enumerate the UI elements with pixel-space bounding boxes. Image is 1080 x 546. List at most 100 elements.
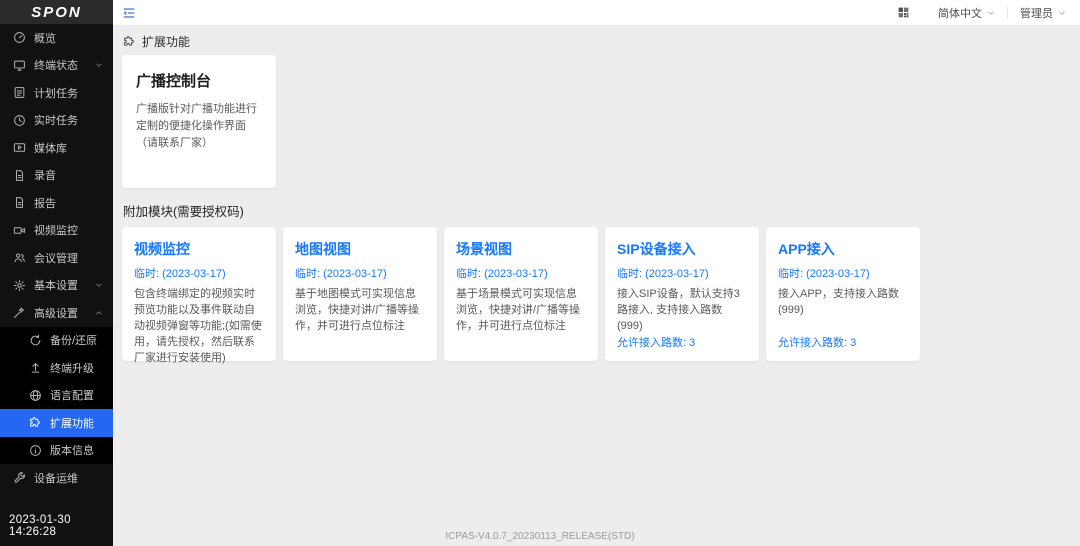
- sidebar-item-label: 终端状态: [34, 57, 78, 73]
- doc-icon: [13, 196, 26, 209]
- chevron-up-icon: [95, 309, 103, 317]
- gauge-icon: [13, 31, 26, 44]
- chevron-down-icon: [987, 9, 995, 17]
- module-card[interactable]: SIP设备接入临时: (2023-03-17) 接入SIP设备，默认支持3路接入,…: [605, 227, 759, 361]
- chevron-down-icon: [95, 61, 103, 69]
- page-title: 扩展功能: [123, 33, 1080, 50]
- module-card-list: 视频监控临时: (2023-03-17)包含终端绑定的视频实时预览功能以及事件联…: [122, 227, 1080, 361]
- info-icon: [29, 444, 42, 457]
- sidebar-item-label: 计划任务: [34, 85, 78, 101]
- sidebar-item-label: 语言配置: [50, 387, 94, 403]
- module-expiry: 临时: (2023-03-17): [456, 265, 586, 281]
- user-menu[interactable]: 管理员: [1020, 5, 1066, 21]
- module-card[interactable]: 视频监控临时: (2023-03-17)包含终端绑定的视频实时预览功能以及事件联…: [122, 227, 276, 361]
- language-label: 简体中文: [938, 5, 982, 21]
- module-expiry: 临时: (2023-03-17): [134, 265, 264, 281]
- top-header: 简体中文 管理员: [113, 0, 1080, 25]
- sidebar: SPON 概览终端状态计划任务实时任务媒体库录音报告视频监控会议管理基本设置高级…: [0, 0, 113, 546]
- module-card[interactable]: 场景视图临时: (2023-03-17) 基于场景模式可实现信息浏览，快捷对讲/广…: [444, 227, 598, 361]
- module-description: 接入APP，支持接入路数(999): [778, 286, 908, 318]
- wand-icon: [13, 306, 26, 319]
- sidebar-item[interactable]: 录音: [0, 162, 113, 190]
- sidebar-item-label: 实时任务: [34, 112, 78, 128]
- user-label: 管理员: [1020, 5, 1053, 21]
- sidebar-item-label: 视频监控: [34, 222, 78, 238]
- module-card[interactable]: APP接入临时: (2023-03-17) 接入APP，支持接入路数(999) 允许…: [766, 227, 920, 361]
- clock-icon: [13, 114, 26, 127]
- sidebar-item[interactable]: 高级设置: [0, 299, 113, 327]
- broadcast-console-card[interactable]: 广播控制台 广播版针对广播功能进行定制的便捷化操作界面（请联系厂家）: [122, 55, 276, 188]
- users-icon: [13, 251, 26, 264]
- page-title-label: 扩展功能: [142, 33, 190, 50]
- sidebar-item[interactable]: 计划任务: [0, 79, 113, 107]
- system-clock: 2023-01-30 14:26:28: [9, 514, 113, 538]
- sidebar-item-label: 设备运维: [34, 470, 78, 486]
- gear-icon: [13, 279, 26, 292]
- module-expiry: 临时: (2023-03-17): [295, 265, 425, 281]
- sidebar-item-label: 概览: [34, 30, 56, 46]
- sidebar-item-label: 备份/还原: [50, 332, 97, 348]
- module-allowed-count: 允许接入路数: 3: [778, 334, 856, 350]
- sidebar-item[interactable]: 语言配置: [0, 382, 113, 410]
- camera-icon: [13, 224, 26, 237]
- sidebar-item-label: 终端升级: [50, 360, 94, 376]
- sidebar-item-label: 媒体库: [34, 140, 67, 156]
- sidebar-item[interactable]: 媒体库: [0, 134, 113, 162]
- backup-icon: [29, 334, 42, 347]
- module-expiry: 临时: (2023-03-17): [617, 265, 747, 281]
- sidebar-item-label: 版本信息: [50, 442, 94, 458]
- sidebar-item-label: 基本设置: [34, 277, 78, 293]
- module-description: 基于场景模式可实现信息浏览，快捷对讲/广播等操作，并可进行点位标注: [456, 286, 586, 334]
- doc-icon: [13, 169, 26, 182]
- module-expiry: 临时: (2023-03-17): [778, 265, 908, 281]
- globe-icon: [29, 389, 42, 402]
- sidebar-item[interactable]: 视频监控: [0, 217, 113, 245]
- sidebar-item[interactable]: 版本信息: [0, 437, 113, 465]
- sidebar-menu: 概览终端状态计划任务实时任务媒体库录音报告视频监控会议管理基本设置高级设置备份/…: [0, 24, 113, 492]
- sidebar-item[interactable]: 终端状态: [0, 52, 113, 80]
- sidebar-item-label: 会议管理: [34, 250, 78, 266]
- section-title: 附加模块(需要授权码): [123, 201, 1080, 220]
- module-card[interactable]: 地图视图临时: (2023-03-17) 基于地图模式可实现信息浏览，快捷对讲/广…: [283, 227, 437, 361]
- advanced-settings-submenu: 备份/还原终端升级语言配置扩展功能版本信息: [0, 327, 113, 465]
- module-title: SIP设备接入: [617, 239, 747, 259]
- sidebar-item-label: 高级设置: [34, 305, 78, 321]
- puzzle-icon: [123, 35, 136, 48]
- puzzle-icon: [29, 416, 42, 429]
- main-content: 扩展功能 广播控制台 广播版针对广播功能进行定制的便捷化操作界面（请联系厂家） …: [113, 25, 1080, 546]
- card-description: 广播版针对广播功能进行定制的便捷化操作界面（请联系厂家）: [136, 101, 262, 152]
- sidebar-item[interactable]: 基本设置: [0, 272, 113, 300]
- sidebar-item-label: 报告: [34, 195, 56, 211]
- sidebar-item[interactable]: 设备运维: [0, 464, 113, 492]
- spon-logo: SPON: [0, 0, 113, 24]
- module-description: 接入SIP设备，默认支持3路接入, 支持接入路数(999): [617, 286, 747, 334]
- sidebar-item-label: 录音: [34, 167, 56, 183]
- module-title: 场景视图: [456, 239, 586, 259]
- sidebar-item[interactable]: 会议管理: [0, 244, 113, 272]
- sidebar-item[interactable]: 终端升级: [0, 354, 113, 382]
- sidebar-item-label: 扩展功能: [50, 415, 94, 431]
- module-description: 基于地图模式可实现信息浏览，快捷对讲/广播等操作，并可进行点位标注: [295, 286, 425, 334]
- menu-fold-icon[interactable]: [122, 6, 136, 20]
- sidebar-item[interactable]: 扩展功能: [0, 409, 113, 437]
- sidebar-item[interactable]: 备份/还原: [0, 327, 113, 355]
- chevron-down-icon: [95, 281, 103, 289]
- list-icon: [13, 86, 26, 99]
- module-title: 地图视图: [295, 239, 425, 259]
- chevron-down-icon: [1058, 9, 1066, 17]
- sidebar-item[interactable]: 实时任务: [0, 107, 113, 135]
- language-selector[interactable]: 简体中文: [938, 5, 995, 21]
- qrcode-icon[interactable]: [897, 6, 910, 19]
- module-description: 包含终端绑定的视频实时预览功能以及事件联动自动视频弹窗等功能;(如需使用，请先授…: [134, 286, 264, 366]
- sidebar-item[interactable]: 概览: [0, 24, 113, 52]
- version-footer: ICPAS-V4.0.7_20230113_RELEASE(STD): [0, 531, 1080, 542]
- card-title: 广播控制台: [136, 70, 262, 91]
- wrench-icon: [13, 471, 26, 484]
- upgrade-icon: [29, 361, 42, 374]
- media-icon: [13, 141, 26, 154]
- sidebar-item[interactable]: 报告: [0, 189, 113, 217]
- module-title: 视频监控: [134, 239, 264, 259]
- monitor-icon: [13, 59, 26, 72]
- module-title: APP接入: [778, 239, 908, 259]
- header-divider: [1007, 7, 1008, 19]
